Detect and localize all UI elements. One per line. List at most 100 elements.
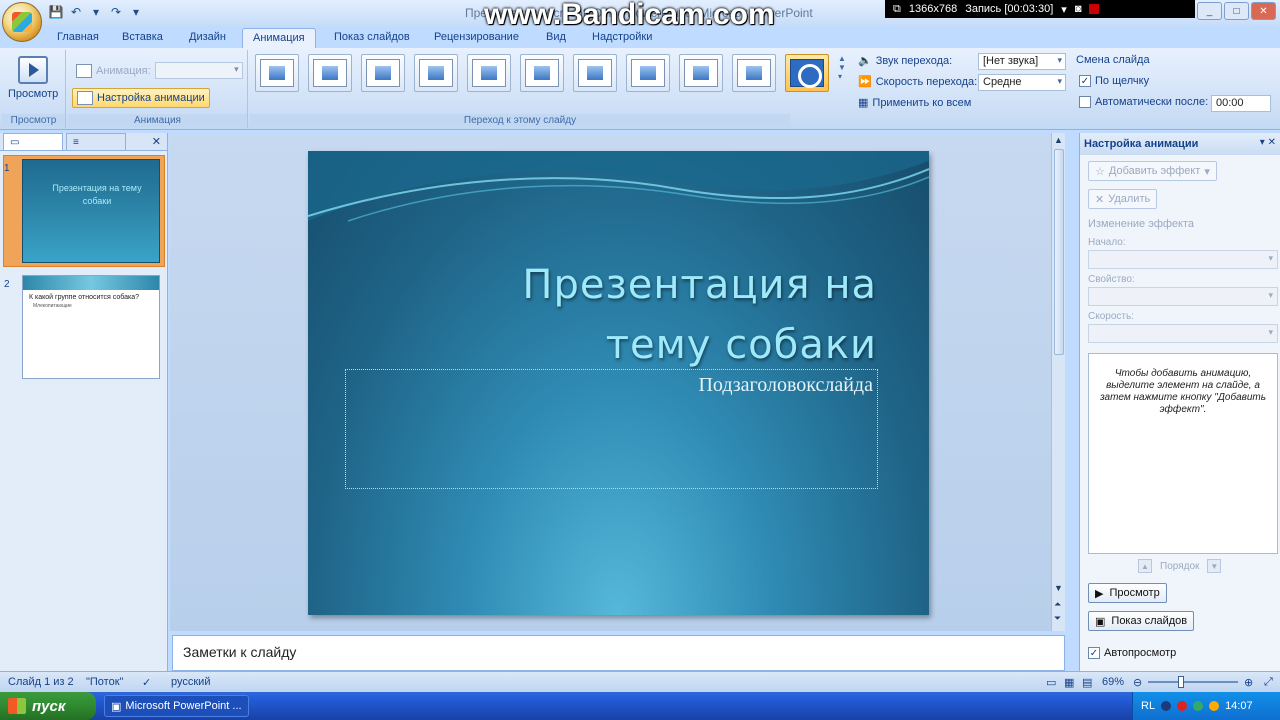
play-icon: ▶	[1095, 587, 1104, 600]
transition-cover-left-up[interactable]	[520, 54, 564, 92]
stop-record-icon[interactable]	[1089, 4, 1100, 14]
office-button[interactable]	[2, 2, 42, 42]
tab-slideshow[interactable]: Показ слайдов	[324, 28, 420, 48]
slideshow-button[interactable]: ▣ Показ слайдов	[1088, 611, 1195, 631]
customize-qat-icon[interactable]: ▾	[128, 4, 144, 20]
normal-view-icon[interactable]: ▭	[1046, 676, 1056, 689]
vertical-scrollbar[interactable]: ▲ ▼ ⏶ ⏷	[1051, 133, 1065, 631]
zoom-in-icon[interactable]: ⊕	[1244, 676, 1253, 689]
next-slide-icon[interactable]: ⏷	[1054, 613, 1061, 624]
remove-button[interactable]: ✕ Удалить	[1088, 189, 1158, 209]
fit-to-window-icon[interactable]: ⤢	[1264, 676, 1273, 689]
gallery-more-icon[interactable]: ▾	[838, 72, 848, 81]
sound-dropdown[interactable]: [Нет звука]	[978, 53, 1066, 70]
scroll-up-icon[interactable]: ▲	[1054, 135, 1063, 145]
tab-addins[interactable]: Надстройки	[582, 28, 662, 48]
current-slide[interactable]: Презентация на тему собаки Подзаголовокс…	[308, 151, 929, 615]
tray-icon-4[interactable]	[1209, 701, 1220, 711]
tray-icon-3[interactable]	[1193, 701, 1204, 711]
animation-list[interactable]: Чтобы добавить анимацию, выделите элемен…	[1088, 353, 1278, 554]
minimize-button[interactable]: _	[1197, 2, 1222, 20]
taskbar-powerpoint[interactable]: ▣ Microsoft PowerPoint ...	[104, 695, 249, 717]
autopreview-checkbox[interactable]: ✓	[1088, 647, 1100, 659]
tab-view[interactable]: Вид	[536, 28, 576, 48]
maximize-button[interactable]: □	[1224, 2, 1249, 20]
start-button[interactable]: пуск	[0, 692, 96, 720]
transition-cover-right[interactable]	[361, 54, 405, 92]
redo-icon[interactable]: ↷	[108, 4, 124, 20]
transition-zoom-in[interactable]	[679, 54, 723, 92]
tray-icon-2[interactable]	[1177, 701, 1188, 711]
recorder-menu-icon[interactable]: ▾	[1061, 3, 1067, 16]
close-panel-icon[interactable]: ✕	[152, 135, 161, 148]
slide-thumb-1[interactable]: Презентация на тему собаки	[22, 159, 160, 263]
scroll-down-icon[interactable]: ▼	[1054, 583, 1063, 593]
transition-cover-right-up[interactable]	[626, 54, 670, 92]
tab-review[interactable]: Рецензирование	[424, 28, 529, 48]
tab-insert[interactable]: Вставка	[112, 28, 173, 48]
save-icon[interactable]: 💾	[48, 4, 64, 20]
qat-dropdown-icon[interactable]: ▾	[88, 4, 104, 20]
window-mode-icon[interactable]: ⧉	[893, 3, 901, 16]
sorter-view-icon[interactable]: ▦	[1064, 676, 1074, 689]
add-effect-button[interactable]: ☆ Добавить эффект ▾	[1088, 161, 1217, 181]
move-down-icon[interactable]: ▼	[1207, 559, 1222, 573]
pane-menu-icon[interactable]: ▾	[1260, 137, 1265, 148]
zoom-slider-knob[interactable]	[1178, 676, 1184, 688]
reading-view-icon[interactable]: ▤	[1082, 676, 1092, 689]
custom-animation-button[interactable]: Настройка анимации	[72, 88, 210, 108]
task-pane-title: Настройка анимации ▾ ✕	[1080, 133, 1280, 155]
transition-cover-down[interactable]	[255, 54, 299, 92]
play-button[interactable]: ▶ Просмотр	[1088, 583, 1167, 603]
apply-all-button[interactable]: ▦ Применить ко всем	[858, 96, 971, 110]
subtitle-placeholder[interactable]: Подзаголовокслайда	[345, 369, 878, 489]
prev-slide-icon[interactable]: ⏶	[1054, 599, 1061, 610]
zoom-level[interactable]: 69%	[1102, 676, 1124, 688]
outline-tab-icon[interactable]: ≡	[66, 133, 126, 150]
undo-icon[interactable]: ↶	[68, 4, 84, 20]
tab-design[interactable]: Дизайн	[179, 28, 236, 48]
tab-animation[interactable]: Анимация	[242, 28, 316, 48]
tray-icon-1[interactable]	[1161, 701, 1172, 711]
gallery-scroll: ▲ ▼ ▾	[838, 54, 848, 106]
gallery-down-icon[interactable]: ▼	[838, 63, 848, 72]
animation-dropdown[interactable]	[154, 62, 243, 79]
tab-home[interactable]: Главная	[47, 28, 109, 48]
apply-all-icon: ▦	[858, 97, 869, 109]
preview-button[interactable]: Просмотр	[8, 56, 58, 100]
autopreview-row[interactable]: ✓ Автопросмотр	[1088, 647, 1176, 659]
auto-after-input[interactable]: 00:00	[1211, 95, 1271, 112]
property-dropdown[interactable]	[1088, 287, 1278, 306]
slide-subtitle[interactable]: Подзаголовокслайда	[698, 374, 873, 397]
transition-cover-up[interactable]	[414, 54, 458, 92]
animation-group: Анимация: Настройка анимации Анимация	[68, 50, 248, 128]
transition-wheel-selected[interactable]	[785, 54, 829, 92]
transition-cover-left[interactable]	[308, 54, 352, 92]
spellcheck-icon[interactable]: ✓	[142, 676, 151, 689]
transition-cover-left-down[interactable]	[467, 54, 511, 92]
move-up-icon[interactable]: ▲	[1138, 559, 1152, 573]
notes-field[interactable]: Заметки к слайду	[172, 635, 1065, 671]
camera-icon[interactable]: ◙	[1075, 3, 1082, 15]
speed-dropdown[interactable]: Средне	[978, 74, 1066, 91]
on-click-checkbox[interactable]: ✓	[1079, 75, 1091, 87]
speed-dropdown-pane[interactable]	[1088, 324, 1278, 343]
slide-title[interactable]: Презентация на тему собаки	[407, 255, 877, 375]
slides-tab-icon[interactable]: ▭	[3, 133, 63, 150]
record-time: Запись [00:03:30]	[965, 3, 1054, 15]
close-button[interactable]: ✕	[1251, 2, 1276, 20]
gallery-up-icon[interactable]: ▲	[838, 54, 848, 63]
custom-animation-pane: Настройка анимации ▾ ✕ ☆ Добавить эффект…	[1079, 133, 1280, 671]
language-indicator[interactable]: русский	[171, 676, 210, 688]
transition-zoom-out[interactable]	[732, 54, 776, 92]
on-click-checkbox-row[interactable]: ✓ По щелчку	[1079, 75, 1149, 87]
transition-cover-right-down[interactable]	[573, 54, 617, 92]
zoom-out-icon[interactable]: ⊖	[1133, 676, 1142, 689]
language-tray[interactable]: RL	[1141, 700, 1155, 712]
slide-thumb-2[interactable]: К какой группе относится собака? Млекопи…	[22, 275, 160, 379]
pane-close-icon[interactable]: ✕	[1268, 137, 1276, 148]
zoom-slider[interactable]	[1148, 676, 1238, 688]
start-dropdown[interactable]	[1088, 250, 1278, 269]
scroll-thumb[interactable]	[1054, 149, 1064, 355]
auto-after-checkbox[interactable]	[1079, 96, 1091, 108]
